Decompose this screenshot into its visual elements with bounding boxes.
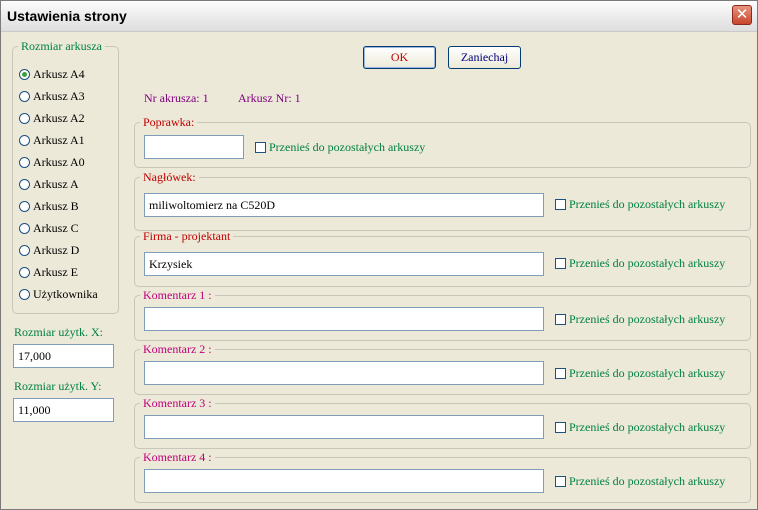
sheet-size-radio[interactable]: Arkusz A3 <box>19 88 85 104</box>
sheet-size-radio-label: Arkusz D <box>33 243 80 257</box>
checkbox-icon <box>255 141 266 153</box>
user-size-y-input[interactable] <box>13 398 114 422</box>
user-size-x-label: Rozmiar użytk. X: <box>14 325 103 339</box>
copy-label: Przenieś do pozostałych arkuszy <box>569 420 726 434</box>
sheet-size-radio-label: Użytkownika <box>33 287 98 301</box>
sheet-size-radio-label: Arkusz C <box>33 221 79 235</box>
sheet-size-radio[interactable]: Arkusz D <box>19 242 79 258</box>
sheet-size-radio-label: Arkusz A4 <box>33 67 85 81</box>
sheet-nr-label: Arkusz Nr: 1 <box>238 91 301 105</box>
sheet-size-radio[interactable]: Arkusz B <box>19 198 79 214</box>
radio-icon <box>19 156 30 168</box>
naglowek-copy-checkbox[interactable]: Przenieś do pozostałych arkuszy <box>555 196 725 212</box>
cancel-button[interactable]: Zaniechaj <box>448 46 521 69</box>
sheet-size-radio-label: Arkusz A0 <box>33 155 85 169</box>
komentarz1-copy-checkbox[interactable]: Przenieś do pozostałych arkuszy <box>555 311 725 327</box>
naglowek-legend: Nagłówek: <box>143 170 196 184</box>
sheet-size-legend: Rozmiar arkusza <box>21 39 102 53</box>
komentarz3-copy-checkbox[interactable]: Przenieś do pozostałych arkuszy <box>555 419 725 435</box>
komentarz4-legend: Komentarz 4 : <box>143 450 212 464</box>
close-button[interactable]: ✕ <box>732 5 752 25</box>
copy-label: Przenieś do pozostałych arkuszy <box>569 474 726 488</box>
radio-icon <box>19 222 30 234</box>
sheet-size-radio[interactable]: Arkusz A <box>19 176 79 192</box>
radio-icon <box>19 178 30 190</box>
copy-label: Przenieś do pozostałych arkuszy <box>569 366 726 380</box>
radio-icon <box>19 288 30 300</box>
firma-copy-checkbox[interactable]: Przenieś do pozostałych arkuszy <box>555 255 725 271</box>
user-size-y-label: Rozmiar użytk. Y: <box>14 379 102 393</box>
komentarz1-input[interactable] <box>144 307 544 331</box>
sheet-size-radio[interactable]: Arkusz E <box>19 264 78 280</box>
komentarz2-copy-checkbox[interactable]: Przenieś do pozostałych arkuszy <box>555 365 725 381</box>
komentarz1-legend: Komentarz 1 : <box>143 288 212 302</box>
komentarz2-legend: Komentarz 2 : <box>143 342 212 356</box>
naglowek-input[interactable] <box>144 193 544 217</box>
ok-button[interactable]: OK <box>363 46 436 69</box>
close-icon: ✕ <box>735 5 749 23</box>
sheet-number-label: Nr akrusza: 1 <box>144 91 209 105</box>
window-title: Ustawienia strony <box>7 8 127 24</box>
sheet-size-radio[interactable]: Arkusz A0 <box>19 154 85 170</box>
poprawka-legend: Poprawka: <box>143 115 195 129</box>
checkbox-icon <box>555 198 566 210</box>
sheet-size-radio-label: Arkusz B <box>33 199 79 213</box>
sheet-size-radio-label: Arkusz A1 <box>33 133 85 147</box>
sheet-size-radio-label: Arkusz E <box>33 265 78 279</box>
checkbox-icon <box>555 421 566 433</box>
sheet-size-radio-label: Arkusz A3 <box>33 89 85 103</box>
checkbox-icon <box>555 257 566 269</box>
sheet-size-radio[interactable]: Użytkownika <box>19 286 98 302</box>
radio-icon <box>19 112 30 124</box>
sheet-size-radio[interactable]: Arkusz A2 <box>19 110 85 126</box>
sheet-size-radio-label: Arkusz A <box>33 177 79 191</box>
sheet-size-radio-label: Arkusz A2 <box>33 111 85 125</box>
radio-icon <box>19 244 30 256</box>
komentarz4-copy-checkbox[interactable]: Przenieś do pozostałych arkuszy <box>555 473 725 489</box>
firma-input[interactable] <box>144 252 544 276</box>
radio-selected-icon <box>19 68 30 80</box>
radio-icon <box>19 90 30 102</box>
sheet-size-radio[interactable]: Arkusz C <box>19 220 79 236</box>
user-size-x-input[interactable] <box>13 344 114 368</box>
checkbox-icon <box>555 367 566 379</box>
komentarz3-input[interactable] <box>144 415 544 439</box>
firma-legend: Firma - projektant <box>143 229 231 243</box>
copy-label: Przenieś do pozostałych arkuszy <box>569 312 726 326</box>
komentarz4-input[interactable] <box>144 469 544 493</box>
radio-icon <box>19 266 30 278</box>
radio-icon <box>19 134 30 146</box>
page-setup-dialog: Ustawienia strony ✕ Rozmiar arkusza Arku… <box>0 0 758 510</box>
sheet-size-radio[interactable]: Arkusz A1 <box>19 132 85 148</box>
copy-label: Przenieś do pozostałych arkuszy <box>569 197 726 211</box>
title-bar[interactable]: Ustawienia strony ✕ <box>1 1 757 32</box>
copy-label: Przenieś do pozostałych arkuszy <box>569 256 726 270</box>
komentarz2-input[interactable] <box>144 361 544 385</box>
checkbox-icon <box>555 475 566 487</box>
poprawka-input[interactable] <box>144 135 244 159</box>
sheet-size-radio[interactable]: Arkusz A4 <box>19 66 85 82</box>
radio-icon <box>19 200 30 212</box>
checkbox-icon <box>555 313 566 325</box>
komentarz3-legend: Komentarz 3 : <box>143 396 212 410</box>
copy-label: Przenieś do pozostałych arkuszy <box>269 140 426 154</box>
poprawka-copy-checkbox[interactable]: Przenieś do pozostałych arkuszy <box>255 139 425 155</box>
